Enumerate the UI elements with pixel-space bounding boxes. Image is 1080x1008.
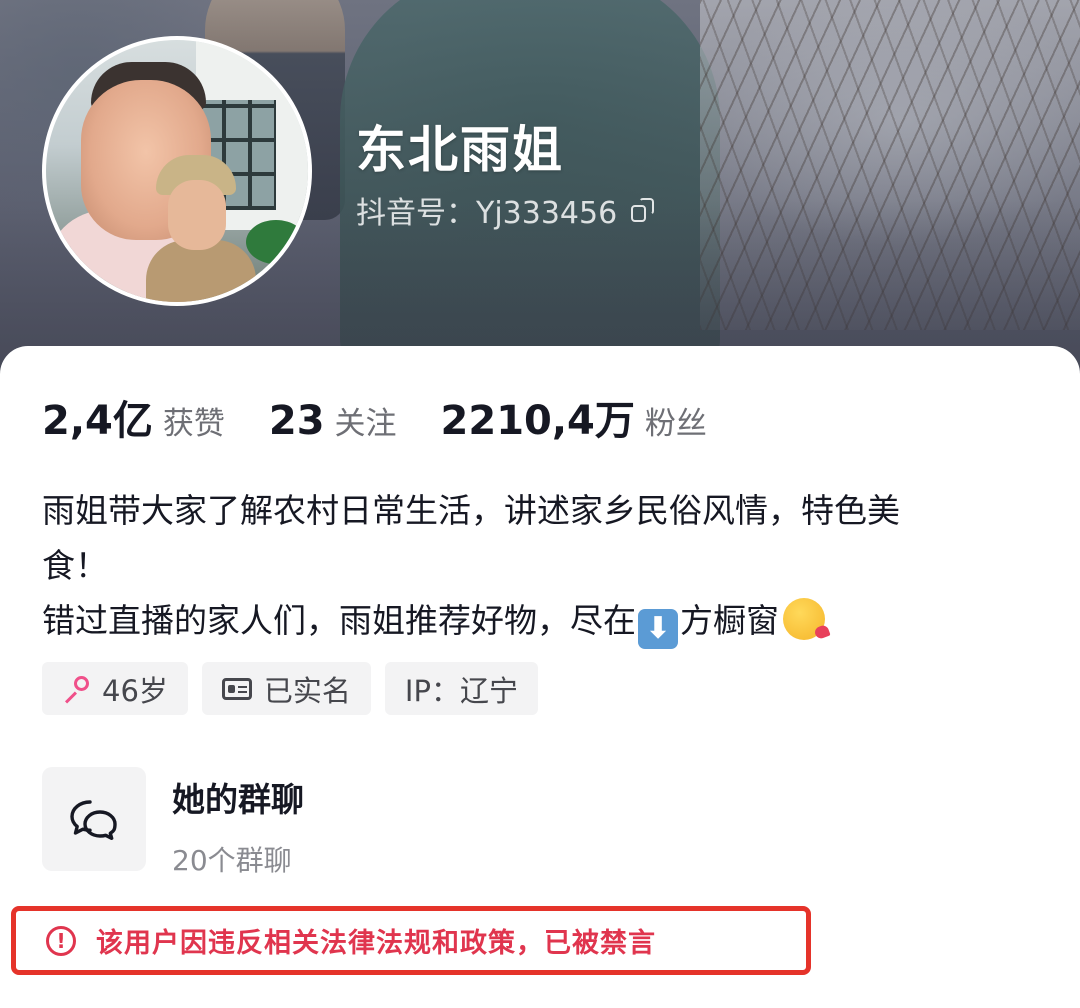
stat-value: 23 xyxy=(268,398,325,444)
group-chat-text: 她的群聊 20个群聊 xyxy=(172,767,304,879)
group-chat-icon-box xyxy=(42,767,146,871)
stat-followers[interactable]: 2210,4万 粉丝 xyxy=(441,388,707,446)
stat-label: 获赞 xyxy=(162,406,225,442)
bio-line: 错过直播的家人们，雨姐推荐好物，尽在 ⬇ 方橱窗 xyxy=(42,593,1022,649)
stats-row: 2,4亿 获赞 23 关注 2210,4万 粉丝 xyxy=(42,388,751,444)
stat-value: 2,4亿 xyxy=(42,398,153,444)
stat-value: 2210,4万 xyxy=(440,398,635,444)
tag-label: 46岁 xyxy=(102,673,168,708)
douyin-id: 抖音号：Yj333456 xyxy=(356,196,618,231)
female-icon xyxy=(62,675,90,703)
stat-label: 粉丝 xyxy=(644,406,707,442)
profile-tags: 46岁 已实名 IP：辽宁 xyxy=(42,662,538,715)
tag-label: 已实名 xyxy=(263,673,351,708)
group-chat-title: 她的群聊 xyxy=(172,780,304,819)
tag-verified: 已实名 xyxy=(201,662,371,715)
tag-label: IP：辽宁 xyxy=(404,673,518,708)
group-chat-count: 20个群聊 xyxy=(172,844,292,877)
profile-nickname: 东北雨姐 xyxy=(356,121,564,179)
avatar[interactable] xyxy=(42,36,312,306)
stat-label: 关注 xyxy=(334,406,397,442)
down-arrow-icon: ⬇ xyxy=(638,609,678,649)
ban-notice: ! 该用户因违反相关法律法规和政策，已被禁言 xyxy=(11,906,811,975)
id-card-icon xyxy=(221,677,252,700)
profile-bio: 雨姐带大家了解农村日常生活，讲述家乡民俗风情，特色美 食！ 错过直播的家人们，雨… xyxy=(42,483,1022,649)
stat-following[interactable]: 23 关注 xyxy=(269,398,397,444)
bio-line: 雨姐带大家了解农村日常生活，讲述家乡民俗风情，特色美 xyxy=(42,491,900,530)
group-chat-entry[interactable]: 她的群聊 20个群聊 xyxy=(42,767,304,879)
copy-icon[interactable] xyxy=(631,198,655,222)
bio-line: 食！ xyxy=(42,546,108,585)
tag-ip-location: IP：辽宁 xyxy=(384,662,538,715)
ban-notice-text: 该用户因违反相关法律法规和政策，已被禁言 xyxy=(96,928,656,959)
alert-icon: ! xyxy=(46,925,76,956)
douyin-id-row[interactable]: 抖音号：Yj333456 xyxy=(356,190,655,231)
stat-likes: 2,4亿 获赞 xyxy=(42,388,225,446)
chat-bubbles-icon xyxy=(70,800,117,840)
tag-age: 46岁 xyxy=(42,662,188,715)
face-blowing-kiss-icon xyxy=(783,598,825,640)
